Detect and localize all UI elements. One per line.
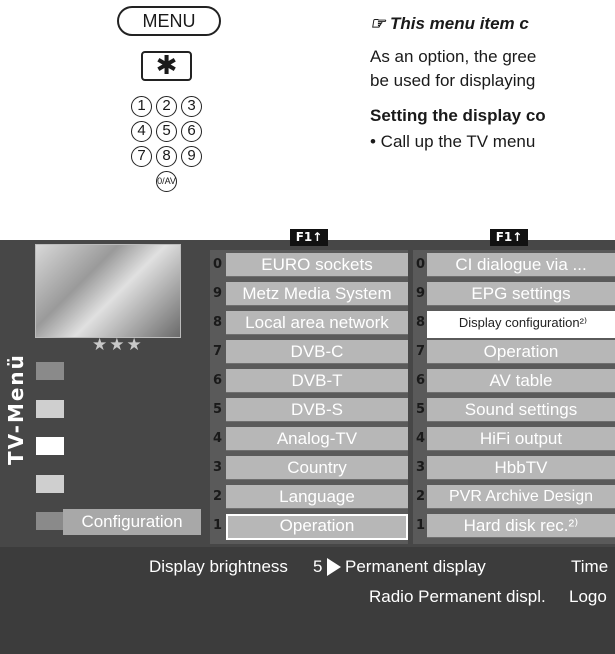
item-number: 8	[416, 315, 426, 330]
item-label: HbbTV	[427, 456, 615, 480]
menu-item[interactable]: 3 Country	[210, 456, 408, 481]
item-number: 3	[416, 460, 426, 475]
digit-key-7[interactable]: 7	[131, 146, 152, 167]
item-label: Local area network	[226, 311, 408, 335]
zero-av-key[interactable]: 0/AV	[156, 171, 177, 192]
item-label: AV table	[427, 369, 615, 393]
play-arrow-icon	[327, 558, 341, 576]
menu-item[interactable]: 4 Analog-TV	[210, 427, 408, 452]
f1-indicator-right: F1↑	[490, 229, 528, 246]
item-label: Hard disk rec.²⁾	[427, 514, 615, 538]
tv-preview-image	[35, 244, 181, 338]
menu-item[interactable]: 6 DVB-T	[210, 369, 408, 394]
menu-column-right: 0 CI dialogue via ... 9 EPG settings 8 Disp…	[413, 250, 615, 544]
item-label: DVB-C	[226, 340, 408, 364]
menu-key[interactable]: MENU	[117, 6, 221, 36]
logo-option: Logo	[569, 587, 607, 606]
menu-item[interactable]: 7 Operation	[413, 340, 615, 365]
item-number: 0	[213, 257, 223, 272]
item-number: 2	[213, 489, 223, 504]
item-number: 3	[213, 460, 223, 475]
item-number: 6	[213, 373, 223, 388]
item-label: Metz Media System	[226, 282, 408, 306]
item-label: Language	[226, 485, 408, 509]
digit-key-4[interactable]: 4	[131, 121, 152, 142]
digit-key-3[interactable]: 3	[181, 96, 202, 117]
menu-item[interactable]: 9 EPG settings	[413, 282, 615, 307]
item-number: 2	[416, 489, 426, 504]
menu-item-selected[interactable]: 8 Display configuration²⁾	[413, 311, 615, 338]
star-key[interactable]: ✱	[141, 51, 192, 81]
menu-item[interactable]: 3 HbbTV	[413, 456, 615, 481]
menu-level-square-active	[36, 437, 64, 455]
menu-item[interactable]: 4 HiFi output	[413, 427, 615, 452]
breadcrumb-configuration: Configuration	[63, 509, 201, 535]
item-number: 7	[213, 344, 223, 359]
f1-indicator-left: F1↑	[290, 229, 328, 246]
item-number: 5	[213, 402, 223, 417]
menu-item-selected[interactable]: 1 Operation	[210, 514, 408, 540]
item-label: DVB-T	[226, 369, 408, 393]
item-number: 9	[213, 286, 223, 301]
tv-menu-vertical-title: TV-Menü	[4, 353, 28, 465]
item-number: 4	[213, 431, 223, 446]
digit-key-8[interactable]: 8	[156, 146, 177, 167]
item-number: 0	[416, 257, 426, 272]
item-number: 9	[416, 286, 426, 301]
menu-item[interactable]: 1 Hard disk rec.²⁾	[413, 514, 615, 539]
menu-item[interactable]: 5 Sound settings	[413, 398, 615, 423]
item-number: 1	[213, 518, 223, 533]
item-label: Operation	[226, 514, 408, 540]
menu-item[interactable]: 9 Metz Media System	[210, 282, 408, 307]
item-number: 1	[416, 518, 426, 533]
digit-key-1[interactable]: 1	[131, 96, 152, 117]
item-label: DVB-S	[226, 398, 408, 422]
radio-permanent-display-label: Radio Permanent displ.	[369, 587, 546, 606]
bullet-text: • Call up the TV menu	[370, 132, 536, 151]
menu-item[interactable]: 8 Local area network	[210, 311, 408, 336]
item-number: 8	[213, 315, 223, 330]
item-label: CI dialogue via ...	[427, 253, 615, 277]
item-label: Analog-TV	[226, 427, 408, 451]
menu-item[interactable]: 0 EURO sockets	[210, 253, 408, 278]
digit-key-6[interactable]: 6	[181, 121, 202, 142]
menu-item[interactable]: 2 Language	[210, 485, 408, 510]
item-label: Sound settings	[427, 398, 615, 422]
item-number: 4	[416, 431, 426, 446]
menu-item[interactable]: 2 PVR Archive Design	[413, 485, 615, 510]
item-number: 6	[416, 373, 426, 388]
permanent-display-label: Permanent display	[345, 557, 486, 576]
menu-level-square-1	[36, 362, 64, 380]
item-number: 5	[416, 402, 426, 417]
time-option: Time	[571, 557, 609, 576]
menu-item[interactable]: 7 DVB-C	[210, 340, 408, 365]
digit-key-5[interactable]: 5	[156, 121, 177, 142]
note-text: ☞ This menu item c	[370, 14, 529, 33]
menu-item[interactable]: 6 AV table	[413, 369, 615, 394]
item-label: Country	[226, 456, 408, 480]
menu-level-square-4	[36, 475, 64, 493]
paragraph-line-1: As an option, the gree	[370, 47, 537, 66]
display-brightness-value: 5	[313, 557, 323, 576]
menu-column-left: 0 EURO sockets 9 Metz Media System 8 Local …	[210, 250, 408, 544]
item-label: PVR Archive Design	[427, 485, 615, 509]
menu-level-square-2	[36, 400, 64, 418]
menu-item[interactable]: 0 CI dialogue via ...	[413, 253, 615, 278]
item-label: Operation	[427, 340, 615, 364]
menu-level-square-5	[36, 512, 64, 530]
item-label: Display configuration²⁾	[427, 311, 615, 338]
item-label: HiFi output	[427, 427, 615, 451]
menu-item[interactable]: 5 DVB-S	[210, 398, 408, 423]
rating-stars: ★★★	[92, 335, 144, 355]
digit-key-2[interactable]: 2	[156, 96, 177, 117]
item-label: EPG settings	[427, 282, 615, 306]
digit-key-9[interactable]: 9	[181, 146, 202, 167]
section-heading: Setting the display co	[370, 106, 546, 125]
display-brightness-label: Display brightness	[149, 557, 288, 576]
item-number: 7	[416, 344, 426, 359]
item-label: EURO sockets	[226, 253, 408, 277]
paragraph-line-2: be used for displaying	[370, 71, 536, 90]
